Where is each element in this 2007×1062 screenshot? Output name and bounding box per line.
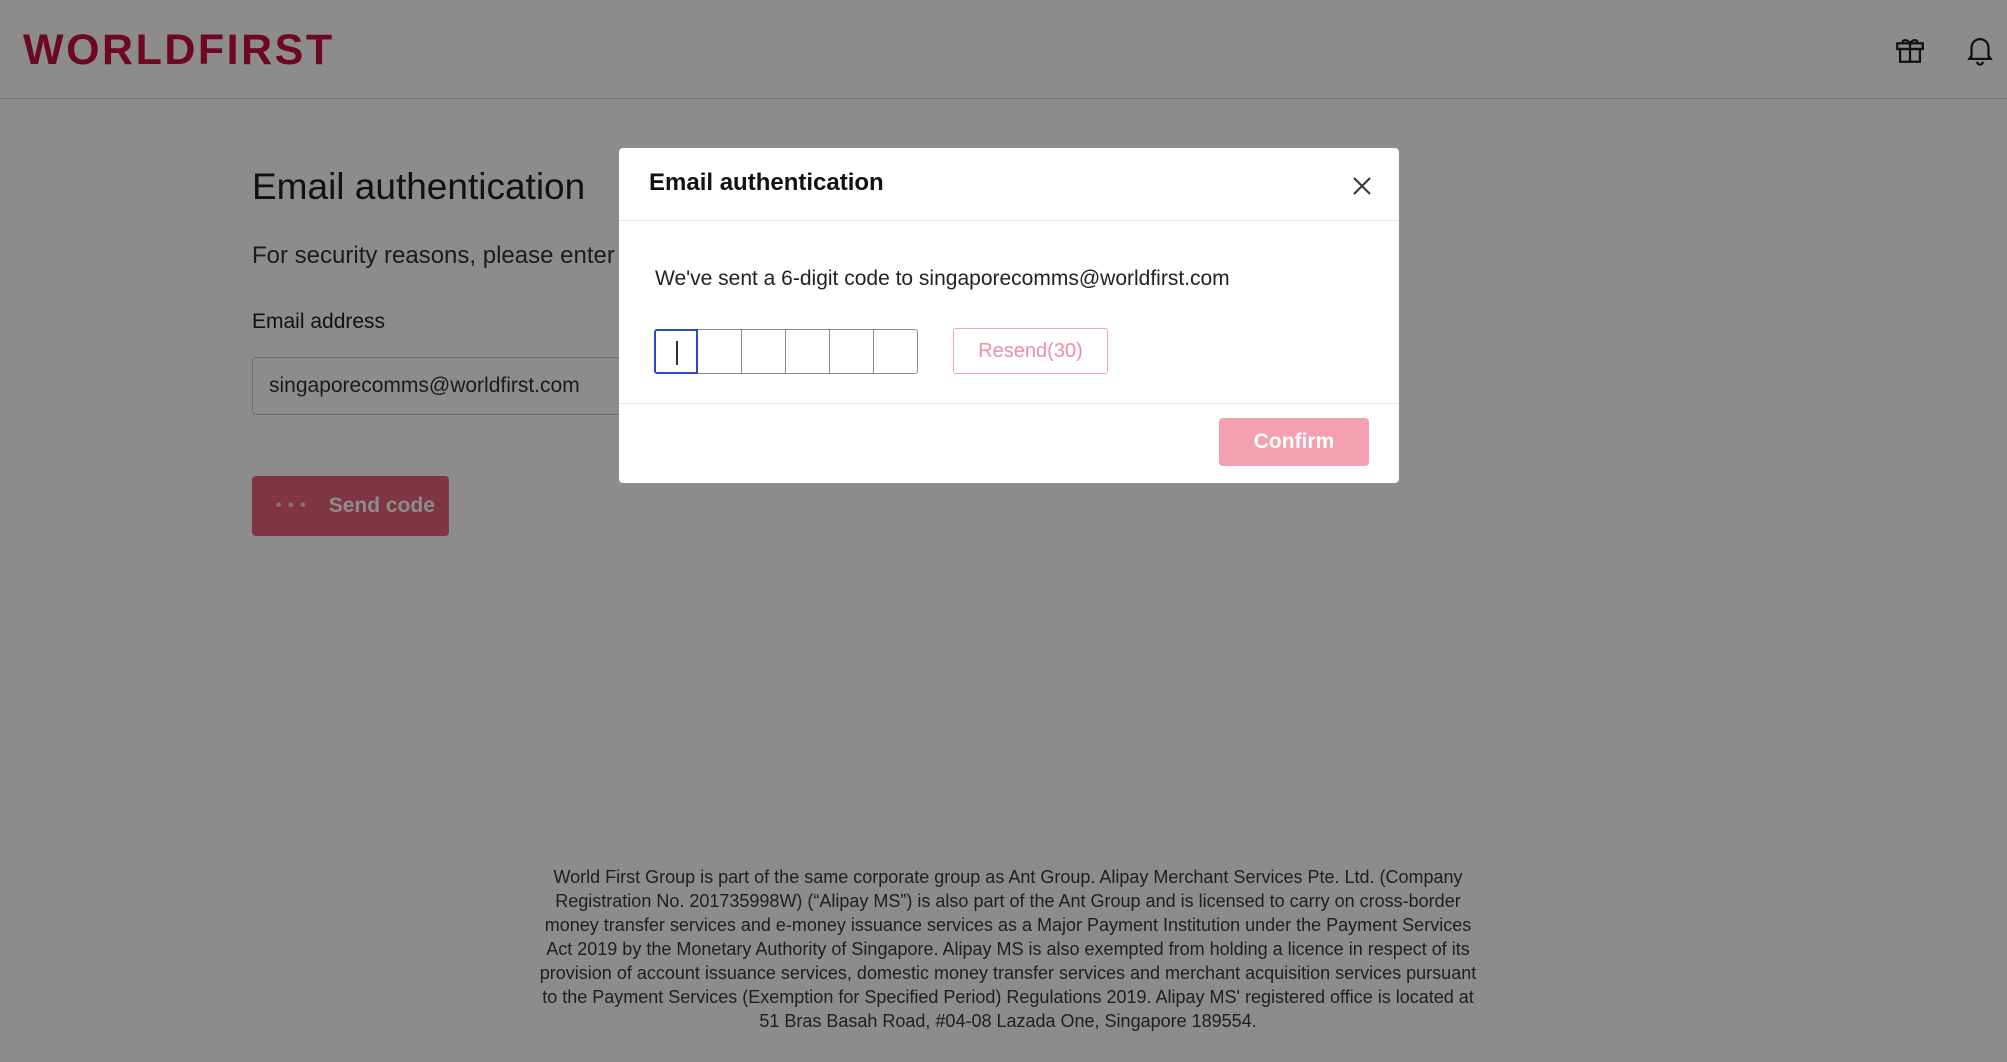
page: WORLDFIRST Email authentication For secu… (0, 0, 2007, 1062)
modal-title: Email authentication (649, 169, 884, 196)
code-sent-message: We've sent a 6-digit code to singaporeco… (655, 267, 1230, 290)
verification-code-input[interactable] (654, 329, 918, 374)
code-digit-3[interactable] (742, 329, 786, 374)
code-digit-1[interactable] (654, 329, 698, 374)
modal-body: We've sent a 6-digit code to singaporeco… (619, 221, 1399, 404)
confirm-button[interactable]: Confirm (1219, 418, 1369, 466)
code-digit-2[interactable] (698, 329, 742, 374)
code-digit-4[interactable] (786, 329, 830, 374)
code-digit-5[interactable] (830, 329, 874, 374)
email-auth-modal: Email authentication We've sent a 6-digi… (619, 148, 1399, 483)
text-cursor (676, 341, 678, 365)
modal-footer: Confirm (619, 404, 1399, 483)
close-icon[interactable] (1350, 174, 1374, 198)
modal-header: Email authentication (619, 148, 1399, 221)
resend-button[interactable]: Resend(30) (953, 328, 1108, 374)
code-digit-6[interactable] (874, 329, 918, 374)
